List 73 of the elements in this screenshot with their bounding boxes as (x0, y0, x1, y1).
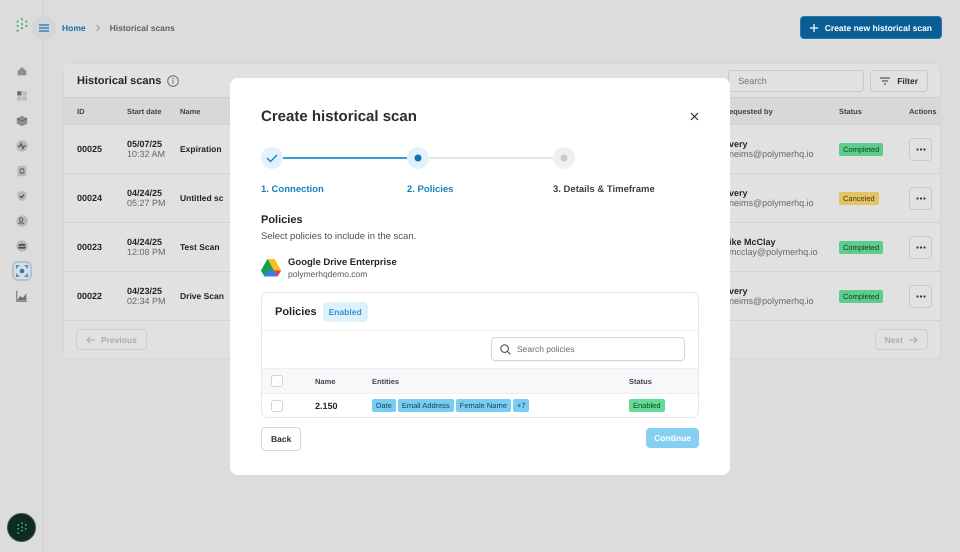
search-field[interactable]: Search (728, 70, 864, 92)
scan-id: 00023 (76, 241, 104, 254)
more-actions-button[interactable] (909, 186, 932, 210)
search-icon (500, 344, 511, 354)
ellipsis-icon (916, 148, 926, 150)
users-icon[interactable] (14, 238, 30, 254)
step-label: 2. Policies (407, 184, 454, 195)
scan-name: Drive Scan (180, 290, 225, 303)
requester-name: very (729, 188, 749, 198)
close-icon (690, 112, 699, 120)
requester-email: neims@polymerhq.io (729, 149, 815, 159)
checkbox[interactable] (271, 375, 283, 387)
start-date: 04/24/25 (127, 237, 164, 247)
close-button[interactable] (688, 110, 701, 122)
requester-name: very (729, 139, 749, 149)
scan-id: 00025 (76, 143, 104, 156)
start-time: 12:08 PM (127, 247, 167, 257)
step-label: 3. Details & Timeframe (553, 184, 655, 195)
ellipsis-icon (916, 294, 926, 298)
breadcrumb-current: Historical scans (110, 22, 175, 32)
ellipsis-icon (916, 196, 926, 200)
pulse-icon[interactable] (14, 138, 30, 154)
start-time: 05:27 PM (127, 198, 167, 208)
dots-launcher-button[interactable] (7, 513, 36, 542)
more-actions-button[interactable] (909, 138, 932, 160)
create-scan-button[interactable]: Create new historical scan (800, 16, 942, 39)
ellipsis-icon (916, 246, 926, 248)
start-date: 05/07/25 (127, 139, 164, 149)
start-date: 04/23/25 (127, 286, 164, 296)
scan-icon[interactable] (14, 263, 30, 279)
right-arrow-icon (909, 336, 918, 344)
requester-email: neims@polymerhq.io (729, 198, 815, 208)
search-field[interactable]: Search policies (491, 337, 685, 361)
info-icon[interactable] (167, 74, 180, 86)
panel-title: Policies (275, 306, 317, 318)
card-title: Historical scans (77, 74, 162, 86)
back-button[interactable]: Back (261, 427, 302, 451)
scan-id: 00024 (76, 192, 104, 205)
user-icon[interactable] (14, 213, 30, 229)
section-title: Policies (261, 214, 304, 226)
requester-email: mcclay@polymerhq.io (729, 247, 819, 257)
modal-title: Create historical scan (261, 108, 417, 124)
more-actions-button[interactable] (909, 236, 932, 258)
start-time: 02:34 PM (127, 296, 167, 306)
dots-icon (16, 522, 28, 534)
left-arrow-icon (86, 336, 95, 344)
more-actions-button[interactable] (909, 284, 932, 308)
enabled-badge: Enabled (322, 302, 368, 322)
checkbox[interactable] (271, 400, 283, 412)
menu-button[interactable] (32, 16, 56, 40)
scan-name: Expiration (180, 143, 223, 156)
cube-icon[interactable] (14, 113, 30, 129)
source-name: Google Drive Enterprise (288, 257, 397, 268)
logo-icon[interactable] (14, 17, 28, 33)
scan-id: 00022 (76, 290, 104, 303)
requester-name: very (729, 286, 749, 296)
scan-name: Test Scan (180, 241, 221, 254)
filter-icon (880, 76, 890, 84)
requester-email: neims@polymerhq.io (729, 296, 815, 306)
policy-name: 2.150 (315, 400, 339, 410)
scan-name: Untitled sc (180, 192, 224, 205)
chevron-icon (94, 24, 101, 32)
line-chart-icon[interactable] (14, 288, 30, 304)
breadcrumb-link[interactable]: Home (62, 22, 86, 32)
plus-icon (810, 24, 818, 32)
start-time: 10:32 AM (127, 149, 166, 159)
step-label: 1. Connection (261, 184, 325, 195)
triangle-logo-icon (261, 259, 281, 277)
menu-icon (39, 24, 49, 32)
filter-button[interactable]: Filter (870, 70, 928, 92)
section-subtitle: Select policies to include in the scan. (261, 231, 418, 242)
source-domain: polymerhqdemo.com (288, 269, 368, 279)
start-date: 04/24/25 (127, 188, 164, 198)
